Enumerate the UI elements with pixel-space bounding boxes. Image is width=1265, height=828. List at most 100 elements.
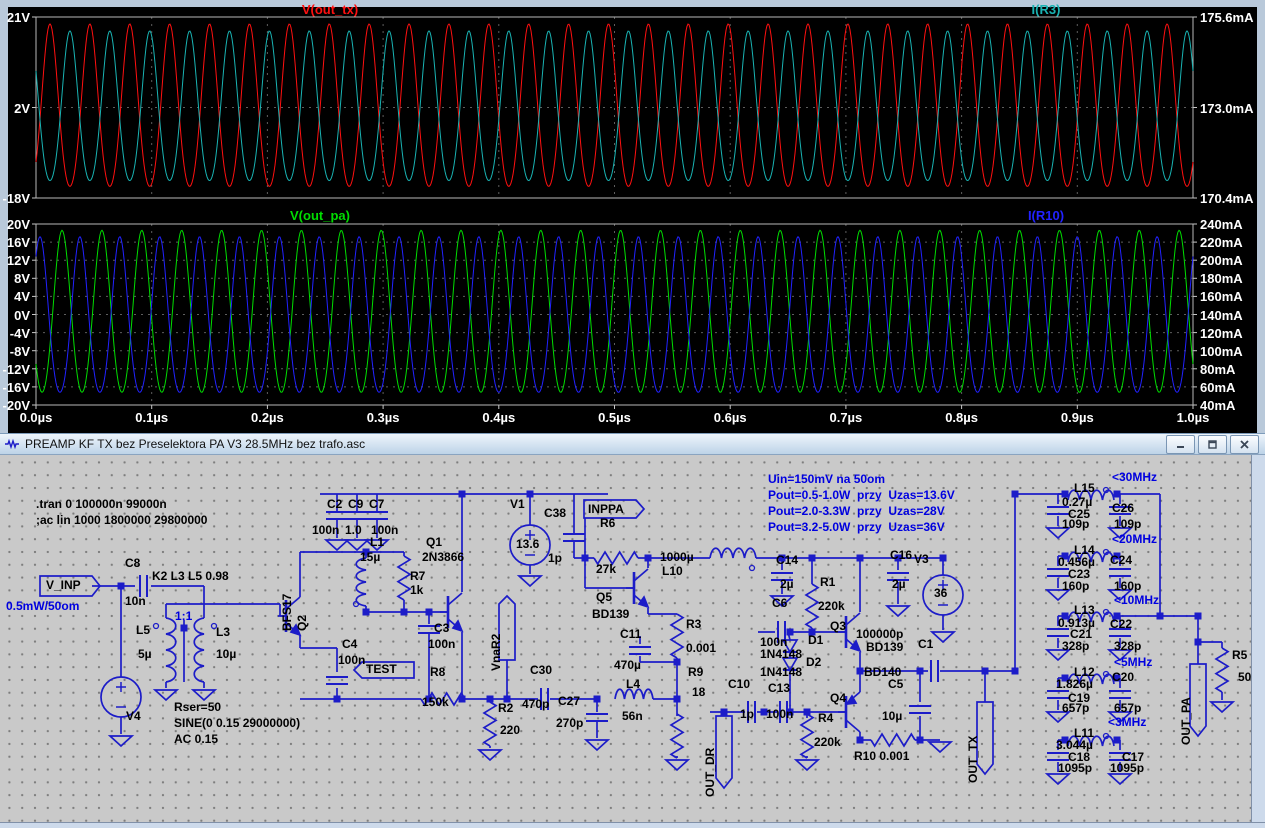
schematic-text[interactable]: SINE(0 0.15 29000000) — [174, 717, 300, 730]
schematic-text[interactable]: <20MHz — [1112, 533, 1157, 546]
schematic-text[interactable]: VnaR2 — [490, 634, 503, 671]
trace-label[interactable]: I(R3) — [976, 2, 1116, 17]
schematic-text[interactable]: 1:1 — [175, 610, 192, 623]
schematic-text[interactable]: D1 — [808, 634, 823, 647]
schematic-text[interactable]: AC 0.15 — [174, 733, 218, 746]
trace-label[interactable]: V(out_tx) — [260, 2, 400, 17]
schematic-text[interactable]: V_INP — [46, 579, 81, 592]
schematic-text[interactable]: 0.5mW/50om — [6, 600, 79, 613]
schematic-text[interactable]: 13.6 — [516, 538, 539, 551]
schematic-text[interactable]: 1.826µ — [1056, 678, 1093, 691]
trace-label[interactable]: I(R10) — [976, 208, 1116, 223]
schematic-text[interactable]: 27k — [596, 563, 616, 576]
schematic-text[interactable]: 100n — [766, 708, 793, 721]
schematic-text[interactable]: BD139 — [592, 608, 629, 621]
schematic-text[interactable]: C10 — [728, 678, 750, 691]
schematic-text[interactable]: 1095p — [1110, 762, 1144, 775]
schematic-text[interactable]: 36 — [934, 587, 947, 600]
schematic-text[interactable]: INPPA — [588, 503, 624, 516]
schematic-text[interactable]: C20 — [1112, 671, 1134, 684]
schematic-text[interactable]: Pout=3.2-5.0W przy Uzas=36V — [768, 521, 945, 534]
schematic-text[interactable]: D2 — [806, 656, 821, 669]
schematic-text[interactable]: R1 — [820, 576, 835, 589]
schematic-text[interactable]: 0.001 — [686, 642, 716, 655]
schematic-text[interactable]: L3 — [216, 626, 230, 639]
schematic-text[interactable]: 220k — [814, 736, 841, 749]
schematic-titlebar[interactable]: PREAMP KF TX bez Preselektora PA V3 28.5… — [0, 433, 1265, 455]
schematic-text[interactable]: 15µ — [360, 551, 380, 564]
schematic-text[interactable]: C11 — [620, 628, 641, 641]
schematic-text[interactable]: C1 — [918, 638, 933, 651]
schematic-text[interactable]: L4 — [626, 678, 640, 691]
schematic-text[interactable]: 18 — [692, 686, 705, 699]
schematic-text[interactable]: R9 — [688, 666, 703, 679]
schematic-text[interactable]: V4 — [126, 710, 141, 723]
schematic-text[interactable]: 470p — [522, 698, 549, 711]
schematic-text[interactable]: C4 — [342, 638, 357, 651]
schematic-text[interactable]: 1095p — [1058, 762, 1092, 775]
schematic-text[interactable]: OUT_TX — [967, 736, 980, 783]
schematic-text[interactable]: 1N4148 — [760, 648, 802, 661]
schematic-text[interactable]: <30MHz — [1112, 471, 1157, 484]
schematic-text[interactable]: 1p — [740, 708, 754, 721]
schematic-text[interactable]: 328p — [1062, 640, 1089, 653]
schematic-text[interactable]: L10 — [662, 565, 683, 578]
schematic-text[interactable]: C24 — [1110, 554, 1132, 567]
schematic-text[interactable]: C16 — [890, 549, 912, 562]
schematic-text[interactable]: V3 — [914, 553, 929, 566]
schematic-text[interactable]: 1000µ — [660, 551, 694, 564]
schematic-text[interactable]: BFS17 — [281, 594, 294, 631]
schematic-text[interactable]: 109p — [1062, 518, 1089, 531]
schematic-text[interactable]: Q5 — [596, 591, 612, 604]
schematic-text[interactable]: R5 — [1232, 649, 1247, 662]
schematic-text[interactable]: 2N3866 — [422, 551, 464, 564]
schematic-text[interactable]: Rser=50 — [174, 701, 221, 714]
schematic-text[interactable]: Q2 — [296, 615, 309, 631]
schematic-text[interactable]: 328p — [1114, 640, 1141, 653]
schematic-text[interactable]: C13 — [768, 682, 790, 695]
schematic-text[interactable]: L15 — [1074, 482, 1095, 495]
schematic-text[interactable]: V1 — [510, 498, 525, 511]
schematic-text[interactable]: R3 — [686, 618, 701, 631]
schematic-text[interactable]: 2µ — [892, 578, 906, 591]
schematic-text[interactable]: 100n — [338, 654, 365, 667]
schematic-text[interactable]: 270p — [556, 717, 583, 730]
schematic-text[interactable]: L1 — [370, 536, 384, 549]
schematic-text[interactable]: 56n — [622, 710, 643, 723]
schematic-text[interactable]: R6 — [600, 517, 615, 530]
minimize-button[interactable] — [1166, 435, 1195, 454]
schematic-text[interactable]: 1N4148 — [760, 666, 802, 679]
schematic-text[interactable]: ;ac lin 1000 1800000 29800000 — [36, 514, 207, 527]
schematic-text[interactable]: C6 — [772, 597, 787, 610]
schematic-text[interactable]: 470µ — [614, 659, 641, 672]
schematic-text[interactable]: <3MHz — [1108, 716, 1146, 729]
schematic-text[interactable]: C26 — [1112, 502, 1134, 515]
schematic-text[interactable]: 160p — [1062, 580, 1089, 593]
schematic-text[interactable]: C8 — [125, 557, 140, 570]
schematic-text[interactable]: 1.0 — [345, 524, 362, 537]
schematic-text[interactable]: 50 — [1238, 671, 1251, 684]
schematic-text[interactable]: 10n — [125, 595, 146, 608]
schematic-text[interactable]: L5 — [136, 624, 150, 637]
schematic-text[interactable]: 1p — [548, 552, 562, 565]
schematic-text[interactable]: <10MHz — [1114, 594, 1159, 607]
schematic-text[interactable]: C27 — [558, 695, 580, 708]
schematic-text[interactable]: C30 — [530, 664, 552, 677]
schematic-text[interactable]: TEST — [366, 663, 397, 676]
schematic-text[interactable]: Pout=2.0-3.3W przy Uzas=28V — [768, 505, 945, 518]
schematic-text[interactable]: R7 — [410, 570, 425, 583]
schematic-text[interactable]: 10µ — [882, 710, 902, 723]
schematic-text[interactable]: Q1 — [426, 536, 442, 549]
schematic-canvas[interactable]: .tran 0 100000n 99000n;ac lin 1000 18000… — [0, 455, 1252, 822]
schematic-text[interactable]: BD139 — [866, 641, 903, 654]
schematic-text[interactable]: 100n — [428, 638, 455, 651]
schematic-text[interactable]: 150k — [422, 696, 449, 709]
schematic-text[interactable]: 657p — [1062, 702, 1089, 715]
schematic-text[interactable]: 2µ — [780, 578, 794, 591]
schematic-text[interactable]: Uin=150mV na 50om — [768, 473, 885, 486]
schematic-text[interactable]: <5MHz — [1114, 656, 1152, 669]
schematic-text[interactable]: R8 — [430, 666, 445, 679]
schematic-text[interactable]: 657p — [1114, 702, 1141, 715]
schematic-text[interactable]: 1k — [410, 584, 423, 597]
schematic-text[interactable]: K2 L3 L5 0.98 — [152, 570, 229, 583]
